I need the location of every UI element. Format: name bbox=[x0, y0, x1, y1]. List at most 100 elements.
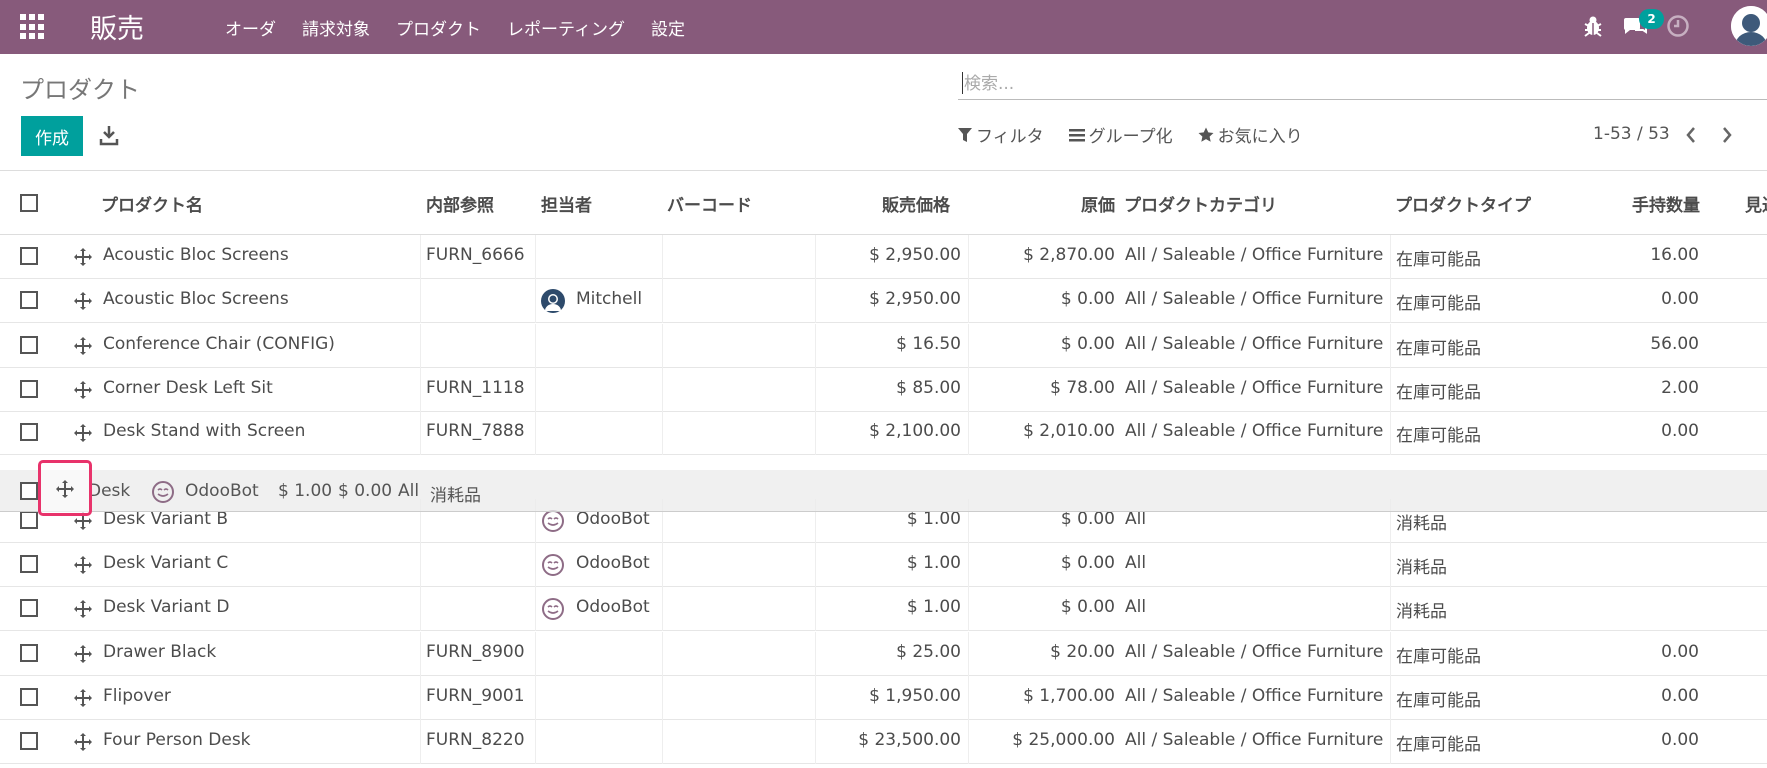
chevron-right-icon[interactable] bbox=[1719, 125, 1735, 145]
column-divider bbox=[815, 543, 816, 587]
cell-product-name: Acoustic Bloc Screens bbox=[103, 289, 289, 309]
cell-product-type: 在庫可能品 bbox=[1396, 250, 1481, 270]
cell-product-type: 在庫可能品 bbox=[1396, 735, 1481, 755]
drag-handle-icon[interactable] bbox=[73, 688, 93, 708]
column-divider bbox=[420, 324, 421, 368]
menu-item-orders[interactable]: オーダ bbox=[225, 15, 276, 40]
table-row[interactable]: Acoustic Bloc Screens Mitchell $ 2,950.00 $… bbox=[0, 279, 1767, 323]
drag-handle-highlight[interactable] bbox=[38, 460, 92, 516]
cell-product-name: Desk Variant C bbox=[103, 553, 229, 573]
chevron-left-icon[interactable] bbox=[1683, 125, 1699, 145]
row-checkbox[interactable] bbox=[20, 688, 38, 706]
drag-handle-icon[interactable] bbox=[73, 599, 93, 619]
cell-cost: $ 0.00 bbox=[1060, 334, 1115, 354]
column-divider bbox=[662, 676, 663, 720]
table-row[interactable]: Four Person Desk FURN_8220 $ 23,500.00 $ 25… bbox=[0, 720, 1767, 764]
filter-label: フィルタ bbox=[976, 127, 1044, 147]
cell-cost: $ 0.00 bbox=[1060, 289, 1115, 309]
drag-handle-icon[interactable] bbox=[73, 644, 93, 664]
column-header-name[interactable]: プロダクト名 bbox=[101, 191, 203, 216]
cell-qty-on-hand: 0.00 bbox=[1661, 421, 1699, 441]
table-row[interactable]: Acoustic Bloc Screens FURN_6666 $ 2,950.00… bbox=[0, 235, 1767, 279]
drag-handle-icon[interactable] bbox=[73, 291, 93, 311]
star-icon bbox=[1198, 127, 1214, 142]
drag-handle-icon[interactable] bbox=[73, 555, 93, 575]
column-divider bbox=[535, 543, 536, 587]
menu-item-reporting[interactable]: レポーティング bbox=[507, 15, 625, 40]
bug-icon[interactable] bbox=[1582, 14, 1604, 38]
row-checkbox[interactable] bbox=[20, 423, 38, 441]
cell-cost: $ 0.00 bbox=[1060, 509, 1115, 529]
menu-item-to-invoice[interactable]: 請求対象 bbox=[302, 15, 370, 40]
ghost-category: All bbox=[398, 481, 420, 501]
column-divider bbox=[1390, 324, 1391, 368]
row-checkbox[interactable] bbox=[20, 511, 38, 529]
column-divider bbox=[535, 235, 536, 279]
table-row[interactable]: Corner Desk Left Sit FURN_1118 $ 85.00 $ 78… bbox=[0, 368, 1767, 412]
cell-sale-price: $ 2,950.00 bbox=[869, 245, 961, 265]
column-divider bbox=[662, 279, 663, 323]
drag-handle-icon[interactable] bbox=[73, 380, 93, 400]
row-checkbox[interactable] bbox=[20, 336, 38, 354]
column-header-type[interactable]: プロダクトタイプ bbox=[1395, 191, 1531, 216]
table-row[interactable]: Desk Stand with Screen FURN_7888 $ 2,100.0… bbox=[0, 411, 1767, 455]
drag-handle-icon[interactable] bbox=[73, 423, 93, 443]
column-divider bbox=[968, 632, 969, 676]
table-row[interactable]: Flipover FURN_9001 $ 1,950.00 $ 1,700.00 All… bbox=[0, 676, 1767, 720]
cell-product-name: Desk Variant D bbox=[103, 597, 230, 617]
cell-product-type: 在庫可能品 bbox=[1396, 647, 1481, 667]
row-checkbox[interactable] bbox=[20, 644, 38, 662]
column-header-forecast[interactable]: 見込 bbox=[1745, 191, 1767, 216]
column-divider bbox=[535, 411, 536, 455]
row-checkbox[interactable] bbox=[20, 599, 38, 617]
favorites-button[interactable]: お気に入り bbox=[1198, 122, 1303, 147]
table-row[interactable]: Desk Variant C OdooBot $ 1.00 $ 0.00 All 消耗品 bbox=[0, 543, 1767, 587]
search-input[interactable] bbox=[964, 70, 1744, 98]
ghost-responsible: OdooBot bbox=[185, 481, 259, 501]
drag-handle-icon[interactable] bbox=[73, 732, 93, 752]
drag-handle-icon[interactable] bbox=[55, 479, 75, 499]
column-divider bbox=[535, 720, 536, 764]
column-header-ref[interactable]: 内部参照 bbox=[426, 191, 494, 216]
pager-value[interactable]: 1-53 / 53 bbox=[1593, 124, 1670, 144]
select-all-checkbox[interactable] bbox=[20, 194, 38, 212]
column-header-price[interactable]: 販売価格 bbox=[820, 191, 950, 216]
column-divider bbox=[662, 720, 663, 764]
cell-sale-price: $ 2,950.00 bbox=[869, 289, 961, 309]
column-header-barcode[interactable]: バーコード bbox=[667, 191, 752, 216]
drag-handle-icon[interactable] bbox=[73, 336, 93, 356]
row-checkbox[interactable] bbox=[20, 732, 38, 750]
row-checkbox[interactable] bbox=[20, 482, 38, 500]
column-divider bbox=[815, 676, 816, 720]
create-button[interactable]: 作成 bbox=[21, 116, 83, 156]
row-checkbox[interactable] bbox=[20, 247, 38, 265]
row-checkbox[interactable] bbox=[20, 291, 38, 309]
table-row[interactable]: Drawer Black FURN_8900 $ 25.00 $ 20.00 All /… bbox=[0, 632, 1767, 676]
cell-responsible: OdooBot bbox=[576, 597, 650, 617]
dragged-row-preview[interactable]: Desk OdooBot $ 1.00 $ 0.00 All 消耗品 bbox=[0, 470, 1767, 512]
cell-sale-price: $ 1.00 bbox=[906, 509, 961, 529]
table-row[interactable]: Conference Chair (CONFIG) $ 16.50 $ 0.00 Al… bbox=[0, 324, 1767, 368]
group-by-label: グループ化 bbox=[1088, 127, 1173, 147]
menu-item-products[interactable]: プロダクト bbox=[396, 15, 481, 40]
cell-cost: $ 0.00 bbox=[1060, 597, 1115, 617]
cell-sale-price: $ 16.50 bbox=[896, 334, 961, 354]
column-header-category[interactable]: プロダクトカテゴリ bbox=[1124, 191, 1277, 216]
user-avatar[interactable] bbox=[1731, 6, 1767, 46]
clock-icon[interactable] bbox=[1666, 14, 1690, 38]
apps-menu-icon[interactable] bbox=[20, 14, 46, 40]
row-checkbox[interactable] bbox=[20, 380, 38, 398]
group-by-button[interactable]: グループ化 bbox=[1068, 122, 1173, 147]
filter-button[interactable]: フィルタ bbox=[958, 122, 1044, 147]
row-checkbox[interactable] bbox=[20, 555, 38, 573]
cell-qty-on-hand: 56.00 bbox=[1650, 334, 1699, 354]
column-divider bbox=[968, 324, 969, 368]
column-header-responsible[interactable]: 担当者 bbox=[541, 191, 592, 216]
column-header-qty[interactable]: 手持数量 bbox=[1580, 191, 1700, 216]
menu-item-settings[interactable]: 設定 bbox=[651, 15, 685, 40]
table-row[interactable]: Desk Variant D OdooBot $ 1.00 $ 0.00 All 消耗品 bbox=[0, 587, 1767, 631]
drag-handle-icon[interactable] bbox=[73, 247, 93, 267]
download-icon[interactable] bbox=[98, 124, 120, 146]
cell-product-name: Conference Chair (CONFIG) bbox=[103, 334, 335, 354]
column-header-cost[interactable]: 原価 bbox=[1000, 191, 1115, 216]
